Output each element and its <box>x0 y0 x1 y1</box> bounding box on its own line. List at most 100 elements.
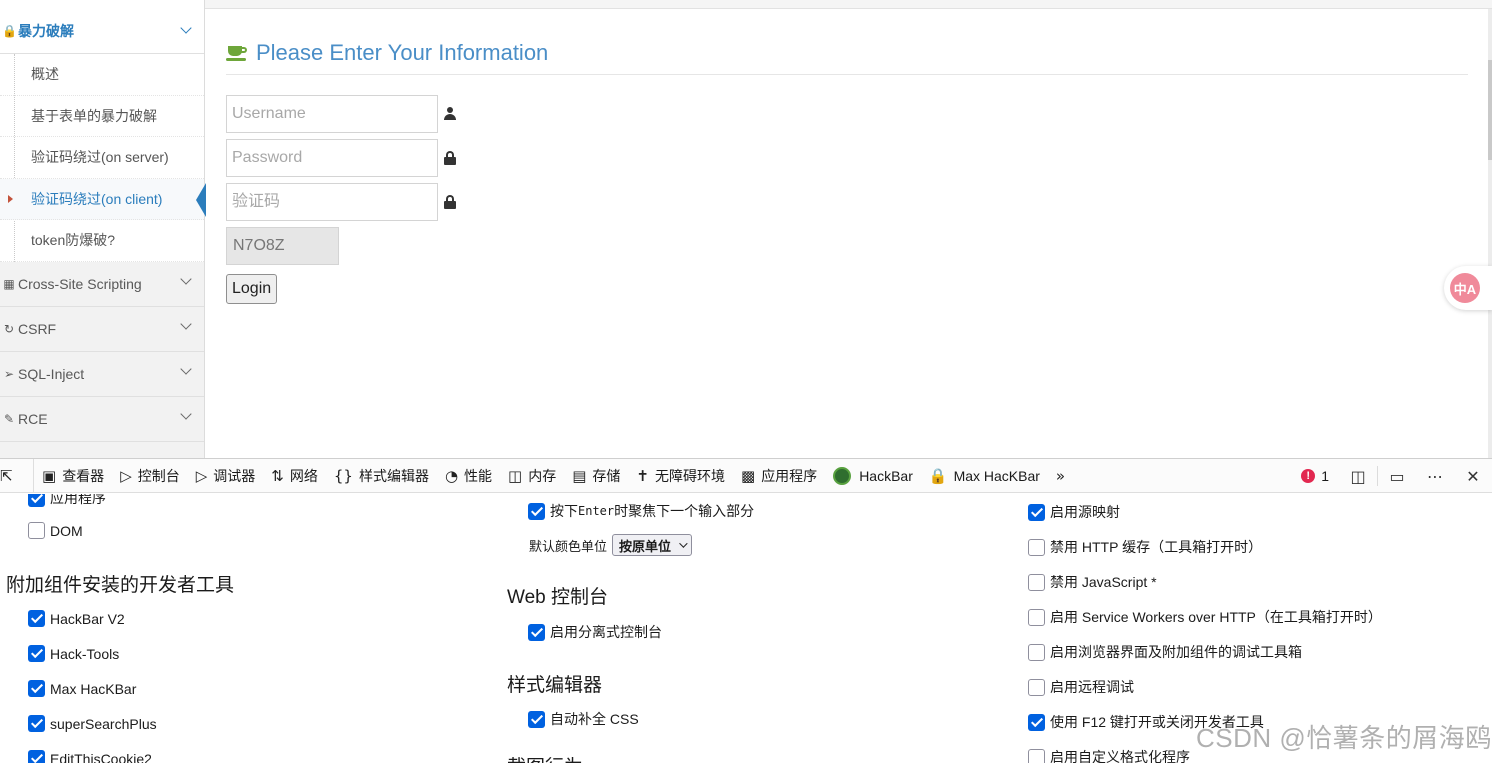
coffee-cup-icon <box>226 44 248 62</box>
tab-hackbar[interactable]: HackBar <box>825 459 921 493</box>
tab-max-hackbar[interactable]: 🔒Max HacKBar <box>921 459 1048 493</box>
password-input[interactable] <box>226 139 438 177</box>
checkbox-hack-tools[interactable]: Hack-Tools <box>28 645 119 662</box>
checkbox-remote-debugging[interactable]: 启用远程调试 <box>1028 677 1134 697</box>
checkbox-label-suffix: 时聚焦下一个输入部分 <box>614 501 754 521</box>
close-devtools-button[interactable]: ✕ <box>1454 459 1492 493</box>
captcha-code[interactable]: N7O8Z <box>226 227 339 265</box>
captcha-code-row: N7O8Z <box>226 224 1468 268</box>
chevron-down-icon <box>180 408 191 419</box>
sidebar-item-form-brute-force[interactable]: 基于表单的暴力破解 <box>0 96 204 138</box>
sidebar-toggle-icon: ◫ <box>1350 467 1365 486</box>
checkbox-checked-icon <box>28 645 45 662</box>
sidebar-group-label: Cross-Site Scripting <box>18 276 142 292</box>
page-scrollbar-thumb[interactable] <box>1488 60 1492 160</box>
checkbox-dom[interactable]: DOM <box>28 522 83 539</box>
sidebar-group-xss[interactable]: ▦ Cross-Site Scripting <box>0 262 204 307</box>
username-input[interactable] <box>226 95 438 133</box>
checkbox-hackbar-v2[interactable]: HackBar V2 <box>28 610 125 627</box>
sidebar-item-overview[interactable]: 概述 <box>0 54 204 96</box>
username-row <box>226 92 1468 136</box>
checkbox-supersearchplus[interactable]: superSearchPlus <box>28 715 157 732</box>
sidebar-item-token[interactable]: token防爆破? <box>0 220 204 262</box>
tab-performance[interactable]: ◔性能 <box>437 459 500 493</box>
checkbox-checked-icon <box>528 711 545 728</box>
checkbox-enter-focus[interactable]: 按下 Enter 时聚焦下一个输入部分 <box>528 501 754 521</box>
tab-accessibility[interactable]: ✝无障碍环境 <box>628 459 733 493</box>
translate-float-button[interactable]: 中A <box>1444 266 1492 310</box>
checkbox-split-console[interactable]: 启用分离式控制台 <box>528 622 662 642</box>
dock-icon: ▭ <box>1389 467 1404 486</box>
performance-icon: ◔ <box>445 467 458 485</box>
checkbox-label: 启用 Service Workers over HTTP（在工具箱打开时） <box>1050 607 1382 627</box>
tab-application[interactable]: ▩应用程序 <box>733 459 825 493</box>
sidebar-group-brute-force[interactable]: 🔒 暴力破解 <box>0 0 204 54</box>
sidebar-group-csrf[interactable]: ↻ CSRF <box>0 307 204 352</box>
color-unit-label: 默认颜色单位 <box>529 536 607 555</box>
tab-network[interactable]: ⇅网络 <box>263 459 326 493</box>
tab-memory[interactable]: ◫内存 <box>500 459 564 493</box>
checkbox-label: 启用分离式控制台 <box>550 622 662 642</box>
checkbox-label: 启用源映射 <box>1050 502 1120 522</box>
max-hackbar-icon: 🔒 <box>929 467 948 485</box>
style-editor-heading: 样式编辑器 <box>507 670 602 697</box>
picker-icon: ⇱ <box>0 467 13 485</box>
checkbox-unchecked-icon <box>1028 679 1045 696</box>
checkbox-disable-http-cache[interactable]: 禁用 HTTP 缓存（工具箱打开时） <box>1028 537 1262 557</box>
checkbox-custom-formatters[interactable]: 启用自定义格式化程序 <box>1028 747 1190 763</box>
checkbox-checked-icon <box>1028 504 1045 521</box>
style-editor-icon: {} <box>334 467 353 485</box>
sidebar-group-sql-inject[interactable]: ➢ SQL-Inject <box>0 352 204 397</box>
dock-button[interactable]: ▭ <box>1378 459 1416 493</box>
error-icon: ! <box>1301 469 1315 483</box>
tab-storage[interactable]: ▤存储 <box>564 459 628 493</box>
devtools-panel: ⇱ ▣查看器 ▷控制台 ▷调试器 ⇅网络 {}样式编辑器 ◔性能 ◫内存 ▤存储… <box>0 458 1492 762</box>
sidebar-item-captcha-client[interactable]: 验证码绕过(on client) <box>0 179 204 221</box>
checkbox-max-hackbar[interactable]: Max HacKBar <box>28 680 136 697</box>
checkbox-disable-javascript[interactable]: 禁用 JavaScript * <box>1028 572 1157 592</box>
login-button[interactable]: Login <box>226 274 277 304</box>
checkbox-label: HackBar V2 <box>50 611 125 627</box>
chevron-down-icon <box>180 363 191 374</box>
split-console-button[interactable]: ◫ <box>1339 459 1377 493</box>
sidebar-item-captcha-server[interactable]: 验证码绕过(on server) <box>0 137 204 179</box>
checkbox-checked-icon <box>528 503 545 520</box>
tab-inspector[interactable]: ▣查看器 <box>34 459 112 493</box>
lock-icon: 🔒 <box>2 24 16 38</box>
element-picker-button[interactable]: ⇱ <box>0 459 34 493</box>
chart-icon: ▦ <box>2 277 16 291</box>
checkbox-application[interactable]: 应用程序 <box>28 494 106 508</box>
error-count: 1 <box>1321 468 1329 484</box>
checkbox-label: superSearchPlus <box>50 716 157 732</box>
checkbox-source-maps[interactable]: 启用源映射 <box>1028 502 1120 522</box>
tab-debugger[interactable]: ▷调试器 <box>188 459 264 493</box>
close-icon: ✕ <box>1466 467 1479 486</box>
captcha-input[interactable] <box>226 183 438 221</box>
user-icon <box>444 107 456 121</box>
checkbox-checked-icon <box>28 715 45 732</box>
devtools-toolbar: ⇱ ▣查看器 ▷控制台 ▷调试器 ⇅网络 {}样式编辑器 ◔性能 ◫内存 ▤存储… <box>0 459 1492 493</box>
tab-console[interactable]: ▷控制台 <box>112 459 188 493</box>
error-count-badge[interactable]: ! 1 <box>1301 468 1329 484</box>
csdn-watermark: CSDN @恰薯条的屑海鸥 <box>1196 718 1492 755</box>
checkbox-browser-chrome-debug[interactable]: 启用浏览器界面及附加组件的调试工具箱 <box>1028 642 1302 662</box>
checkbox-unchecked-icon <box>1028 539 1045 556</box>
checkbox-checked-icon <box>28 610 45 627</box>
checkbox-autocomplete-css[interactable]: 自动补全 CSS <box>528 709 639 729</box>
tab-style-editor[interactable]: {}样式编辑器 <box>326 459 437 493</box>
more-options-button[interactable]: ⋯ <box>1416 459 1454 493</box>
web-console-heading: Web 控制台 <box>507 582 608 609</box>
sidebar-item-label: 验证码绕过(on server) <box>31 147 169 167</box>
tab-label: 网络 <box>290 466 318 486</box>
sidebar-group-rce[interactable]: ✎ RCE <box>0 397 204 442</box>
memory-icon: ◫ <box>508 467 522 485</box>
checkbox-editthiscookie2[interactable]: EditThisCookie2 <box>28 750 152 763</box>
more-tabs-button[interactable]: » <box>1048 459 1079 493</box>
refresh-icon: ↻ <box>2 322 16 336</box>
checkbox-unchecked-icon <box>28 522 45 539</box>
color-unit-select[interactable]: 按原单位 <box>612 534 692 556</box>
page-top-strip <box>205 0 1492 9</box>
pencil-icon: ✎ <box>2 412 16 426</box>
checkbox-service-workers[interactable]: 启用 Service Workers over HTTP（在工具箱打开时） <box>1028 607 1382 627</box>
checkbox-checked-icon <box>28 750 45 763</box>
